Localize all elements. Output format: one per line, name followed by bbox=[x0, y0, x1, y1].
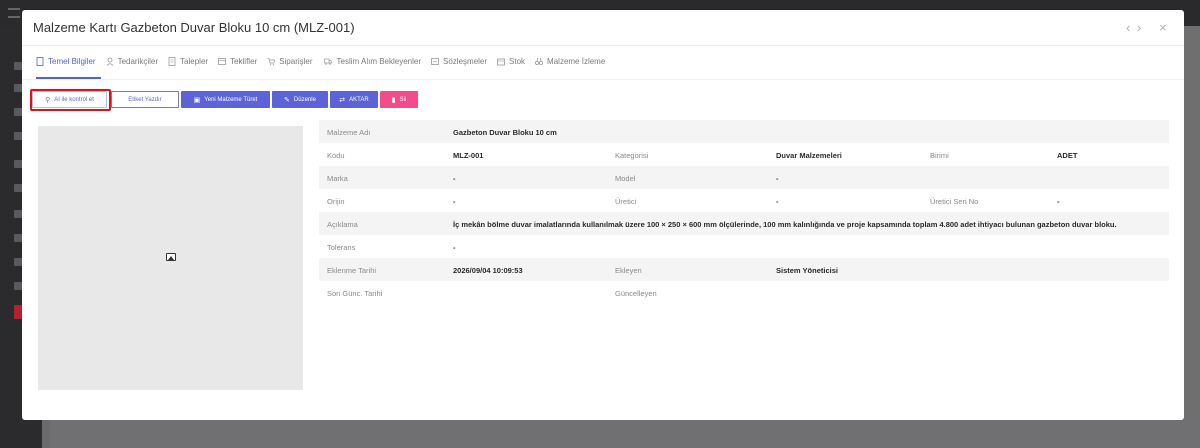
truck-icon bbox=[323, 58, 332, 65]
detail-label: Model bbox=[615, 174, 636, 183]
document-icon bbox=[36, 56, 44, 66]
modal-title-prefix: Malzeme Kartı bbox=[33, 20, 117, 35]
detail-row: Açıklama İç mekân bölme duvar imalatları… bbox=[319, 212, 1169, 235]
next-icon[interactable]: › bbox=[1137, 21, 1141, 35]
contract-icon bbox=[431, 57, 439, 65]
tab-label: Stok bbox=[509, 56, 526, 66]
request-icon bbox=[168, 56, 176, 66]
detail-label: Açıklama bbox=[327, 220, 358, 229]
tab-label: Temel Bilgiler bbox=[48, 56, 96, 66]
tab-label: Malzeme İzleme bbox=[547, 56, 606, 66]
detail-label: Üretici bbox=[615, 197, 637, 206]
edit-icon: ✎ bbox=[284, 96, 290, 104]
close-icon[interactable]: × bbox=[1159, 21, 1167, 35]
detail-value: Duvar Malzemeleri bbox=[776, 151, 842, 160]
delete-button[interactable]: ▮ Sil bbox=[380, 91, 418, 108]
detail-label: Güncelleyen bbox=[615, 289, 657, 298]
detail-value: - bbox=[453, 197, 456, 206]
trash-icon: ▮ bbox=[391, 96, 396, 104]
tab-label: Talepler bbox=[180, 56, 209, 66]
ai-check-label: AI ile kontrol et bbox=[54, 96, 94, 103]
tab-teslim-alim-bekleyenler[interactable]: Teslim Alım Bekleyenler bbox=[323, 54, 421, 68]
detail-value: - bbox=[453, 174, 456, 183]
transfer-label: AKTAR bbox=[349, 96, 369, 103]
detail-row: Marka - Model - bbox=[319, 166, 1169, 189]
detail-value: 2026/09/04 10:09:53 bbox=[453, 266, 523, 275]
detail-value: İç mekân bölme duvar imalatlarında kulla… bbox=[453, 220, 1117, 229]
edit-label: Düzenle bbox=[293, 96, 316, 103]
binoculars-icon bbox=[535, 57, 544, 65]
detail-label: Malzeme Adı bbox=[327, 128, 371, 137]
tab-bar: Temel Bilgiler Tedarikçiler Talepler Tek… bbox=[36, 54, 615, 80]
detail-value: Gazbeton Duvar Bloku 10 cm bbox=[453, 128, 557, 137]
modal-header: Malzeme Kartı Gazbeton Duvar Bloku 10 cm… bbox=[22, 10, 1184, 46]
tab-sozlesmeler[interactable]: Sözleşmeler bbox=[431, 54, 487, 68]
detail-label: Orijin bbox=[327, 197, 345, 206]
detail-row: Orijin - Üretici - Üretici Seri No - bbox=[319, 189, 1169, 212]
offer-icon bbox=[218, 57, 226, 65]
menu-icon bbox=[8, 8, 20, 18]
tab-talepler[interactable]: Talepler bbox=[168, 54, 208, 68]
detail-label: Son Günc. Tarihi bbox=[327, 289, 383, 298]
detail-label: Üretici Seri No bbox=[930, 197, 979, 206]
supplier-icon bbox=[106, 57, 113, 66]
transfer-button[interactable]: ⇄ AKTAR bbox=[330, 91, 378, 108]
detail-value: - bbox=[776, 197, 779, 206]
tab-malzeme-izleme[interactable]: Malzeme İzleme bbox=[535, 54, 605, 68]
new-material-button[interactable]: ▣ Yeni Malzeme Türet bbox=[181, 91, 270, 108]
tab-label: Teslim Alım Bekleyenler bbox=[336, 56, 422, 66]
tab-teklifler[interactable]: Teklifler bbox=[218, 54, 257, 68]
detail-row: Eklenme Tarihi 2026/09/04 10:09:53 Ekley… bbox=[319, 258, 1169, 281]
material-card-modal: Malzeme Kartı Gazbeton Duvar Bloku 10 cm… bbox=[22, 10, 1184, 420]
user-search-icon: ⚲ bbox=[45, 96, 51, 104]
transfer-icon: ⇄ bbox=[339, 96, 346, 104]
modal-title: Malzeme Kartı Gazbeton Duvar Bloku 10 cm… bbox=[33, 20, 355, 35]
detail-label: Birimi bbox=[930, 151, 949, 160]
detail-value: - bbox=[453, 243, 456, 252]
detail-value: Sistem Yöneticisi bbox=[776, 266, 838, 275]
detail-value: - bbox=[1057, 197, 1060, 206]
tab-label: Tedarikçiler bbox=[117, 56, 159, 66]
edit-button[interactable]: ✎ Düzenle bbox=[272, 91, 328, 108]
material-image-placeholder[interactable] bbox=[38, 126, 303, 390]
detail-label: Kategorisi bbox=[615, 151, 649, 160]
detail-label: Marka bbox=[327, 174, 348, 183]
cart-icon bbox=[267, 57, 276, 65]
box-icon bbox=[497, 58, 505, 65]
tab-tedarikciler[interactable]: Tedarikçiler bbox=[106, 54, 158, 68]
modal-title-item: Gazbeton Duvar Bloku 10 cm (MLZ-001) bbox=[120, 20, 355, 35]
tab-label: Teklifler bbox=[230, 56, 258, 66]
prev-icon[interactable]: ‹ bbox=[1126, 21, 1130, 35]
detail-label: Tolerans bbox=[327, 243, 356, 252]
tab-temel-bilgiler[interactable]: Temel Bilgiler bbox=[36, 54, 96, 68]
material-details-table: Malzeme Adı Gazbeton Duvar Bloku 10 cm K… bbox=[319, 120, 1169, 304]
new-material-label: Yeni Malzeme Türet bbox=[204, 96, 258, 103]
tab-label: Sözleşmeler bbox=[443, 56, 488, 66]
background-content bbox=[42, 420, 1200, 448]
detail-row: Son Günc. Tarihi Güncelleyen bbox=[319, 281, 1169, 304]
detail-value: - bbox=[776, 174, 779, 183]
detail-label: Eklenme Tarihi bbox=[327, 266, 377, 275]
detail-row: Kodu MLZ-001 Kategorisi Duvar Malzemeler… bbox=[319, 143, 1169, 166]
new-icon: ▣ bbox=[193, 96, 201, 104]
label-print-label: Etiket Yazdır bbox=[128, 96, 162, 103]
label-print-button[interactable]: Etiket Yazdır bbox=[111, 91, 179, 108]
tab-label: Siparişler bbox=[279, 56, 313, 66]
detail-label: Kodu bbox=[327, 151, 345, 160]
image-icon bbox=[166, 253, 176, 261]
detail-label: Ekleyen bbox=[615, 266, 642, 275]
detail-row: Malzeme Adı Gazbeton Duvar Bloku 10 cm bbox=[319, 120, 1169, 143]
delete-label: Sil bbox=[399, 96, 407, 103]
tab-siparisler[interactable]: Siparişler bbox=[267, 54, 313, 68]
detail-value: MLZ-001 bbox=[453, 151, 484, 160]
detail-value: ADET bbox=[1057, 151, 1078, 160]
tab-stok[interactable]: Stok bbox=[497, 54, 525, 68]
detail-row: Tolerans - bbox=[319, 235, 1169, 258]
tabs-divider bbox=[22, 79, 1184, 80]
ai-check-button[interactable]: ⚲ AI ile kontrol et bbox=[32, 91, 107, 108]
